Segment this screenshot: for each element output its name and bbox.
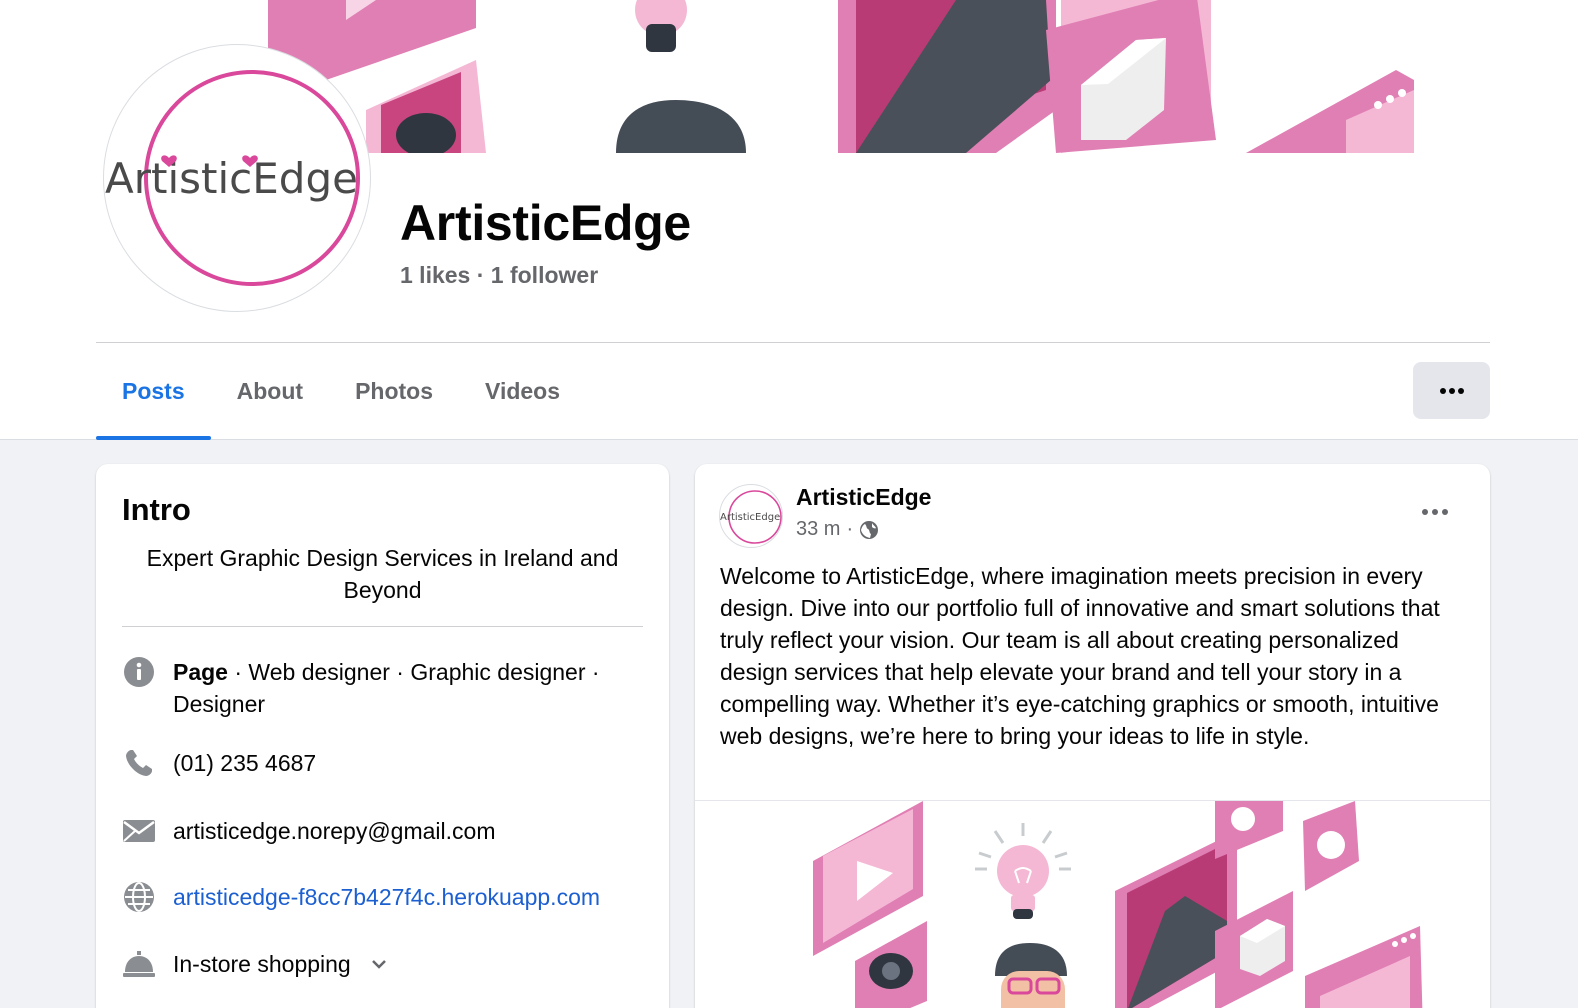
globe-icon[interactable] [859, 520, 879, 540]
post-meta: 33 m · [796, 518, 879, 541]
intro-divider [122, 626, 643, 627]
followers-count[interactable]: 1 follower [491, 262, 598, 288]
likes-count[interactable]: 1 likes [400, 262, 470, 288]
phone-icon [122, 747, 156, 779]
globe-icon [122, 881, 156, 913]
info-icon [122, 656, 156, 688]
page-more-button[interactable] [1413, 362, 1490, 419]
profile-picture[interactable]: ArtisticEdge [103, 44, 371, 312]
category-label: Page [173, 659, 228, 685]
service-bell-icon [122, 948, 156, 980]
intro-bio: Expert Graphic Design Services in Irelan… [146, 545, 619, 603]
post-card: ArtisticEdge ArtisticEdge 33 m · Welcome… [695, 464, 1490, 1008]
profile-tabs: Posts About Photos Videos [96, 344, 586, 440]
phone-number: (01) 235 4687 [173, 750, 317, 776]
page-title: ArtisticEdge [400, 195, 691, 251]
mail-icon [122, 815, 156, 847]
more-dots-icon [1422, 509, 1448, 515]
post-image[interactable] [695, 801, 1490, 1008]
intro-category-text: Page · Web designer · Graphic designer ·… [173, 656, 643, 720]
category-list: · Web designer · Graphic designer · Desi… [173, 659, 600, 717]
intro-card: Intro Expert Graphic Design Services in … [96, 464, 669, 1008]
intro-service-row[interactable]: In-store shopping [122, 948, 652, 980]
stats-separator: · [476, 262, 485, 288]
intro-category-row: Page · Web designer · Graphic designer ·… [122, 656, 652, 720]
post-timestamp[interactable]: 33 m [796, 518, 840, 541]
tab-about[interactable]: About [211, 344, 329, 439]
post-author-avatar[interactable]: ArtisticEdge [719, 484, 783, 548]
intro-website-row[interactable]: artisticedge-f8cc7b427f4c.herokuapp.com [122, 881, 652, 913]
page-stats: 1 likes · 1 follower [400, 262, 598, 289]
intro-phone-row[interactable]: (01) 235 4687 [122, 747, 652, 779]
service-label: In-store shopping [173, 951, 351, 977]
post-author-name[interactable]: ArtisticEdge [796, 484, 931, 511]
post-meta-separator: · [846, 518, 854, 540]
tab-videos[interactable]: Videos [459, 344, 586, 439]
tab-photos[interactable]: Photos [329, 344, 459, 439]
post-more-button[interactable] [1411, 496, 1459, 528]
logo-wordmark: ArtisticEdge [105, 154, 358, 203]
header-divider [96, 342, 1490, 343]
page-header: ArtisticEdge ArtisticEdge 1 likes · 1 fo… [0, 0, 1578, 440]
tab-posts[interactable]: Posts [96, 344, 211, 440]
website-link[interactable]: artisticedge-f8cc7b427f4c.herokuapp.com [173, 881, 600, 913]
more-dots-icon [1439, 387, 1464, 394]
post-body: Welcome to ArtisticEdge, where imaginati… [720, 563, 1440, 749]
intro-email-row[interactable]: artisticedge.norepy@gmail.com [122, 815, 652, 847]
intro-title: Intro [122, 492, 191, 527]
chevron-down-icon[interactable] [371, 948, 387, 980]
avatar-wordmark: ArtisticEdge [720, 512, 780, 523]
email-address: artisticedge.norepy@gmail.com [173, 818, 496, 844]
